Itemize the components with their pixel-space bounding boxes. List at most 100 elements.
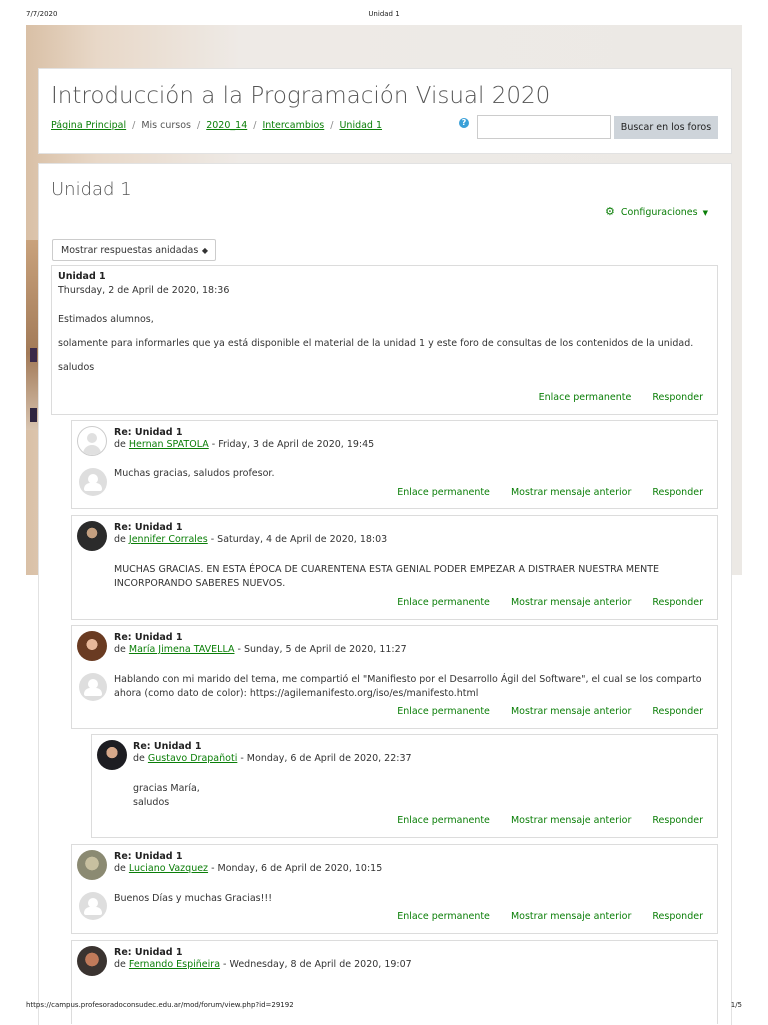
post-actions: Enlace permanente Mostrar mensaje anteri… — [379, 487, 703, 498]
post-byline: de Hernan SPATOLA - Friday, 3 de April d… — [114, 439, 375, 450]
post-paragraph: saludos — [133, 797, 170, 808]
post-byline: de Luciano Vazquez - Monday, 6 de April … — [114, 863, 383, 874]
forum-post: Re: Unidad 1 de Hernan SPATOLA - Friday,… — [71, 420, 718, 509]
settings-label: Configuraciones — [620, 207, 698, 218]
post-body: Estimados alumnos, solamente para inform… — [58, 313, 708, 375]
caret-down-icon: ▼ — [702, 209, 708, 217]
post-actions: Enlace permanente Mostrar mensaje anteri… — [379, 597, 703, 608]
post-actions: Enlace permanente Mostrar mensaje anteri… — [379, 815, 703, 826]
post-subject: Re: Unidad 1 — [114, 851, 183, 862]
post-subject: Re: Unidad 1 — [114, 947, 183, 958]
course-title: Introducción a la Programación Visual 20… — [51, 83, 551, 109]
select-arrows-icon: ◆ — [201, 246, 208, 255]
forum-post: Re: Unidad 1 de María Jimena TAVELLA - S… — [71, 625, 718, 729]
post-byline: de Gustavo Drapañoti - Monday, 6 de Apri… — [133, 753, 412, 764]
display-mode-select[interactable]: Mostrar respuestas anidadas ◆ — [52, 239, 216, 261]
reply-link[interactable]: Responder — [652, 706, 703, 717]
post-actions: Enlace permanente Mostrar mensaje anteri… — [379, 911, 703, 922]
post-byline: de Jennifer Corrales - Saturday, 4 de Ap… — [114, 534, 388, 545]
breadcrumb: Página Principal / Mis cursos/2020_14/Inte… — [51, 120, 383, 131]
permalink-link[interactable]: Enlace permanente — [397, 911, 490, 922]
background-strip — [26, 240, 38, 430]
author-link[interactable]: María Jimena TAVELLA — [129, 644, 235, 655]
print-footer: https://campus.profesoradoconsudec.edu.a… — [0, 1001, 768, 1015]
forum-post: Re: Unidad 1 de Luciano Vazquez - Monday… — [71, 844, 718, 934]
post-actions: Enlace permanente Responder — [521, 392, 703, 403]
post-body: gracias María, saludos — [133, 782, 708, 810]
reply-link[interactable]: Responder — [652, 597, 703, 608]
forum-search-input[interactable] — [477, 115, 611, 139]
group-icon — [79, 673, 107, 701]
background-decoration — [30, 408, 37, 422]
breadcrumb-forum[interactable]: Unidad 1 — [339, 120, 382, 131]
show-parent-link[interactable]: Mostrar mensaje anterior — [511, 815, 631, 826]
permalink-link[interactable]: Enlace permanente — [397, 815, 490, 826]
print-title: Unidad 1 — [368, 10, 400, 18]
post-paragraph: Estimados alumnos, — [58, 314, 154, 325]
forum-title: Unidad 1 — [51, 179, 132, 200]
post-body: MUCHAS GRACIAS. EN ESTA ÉPOCA DE CUARENT… — [114, 563, 709, 591]
group-icon — [79, 892, 107, 920]
display-mode-value: Mostrar respuestas anidadas — [61, 245, 199, 256]
author-link[interactable]: Hernan SPATOLA — [129, 439, 209, 450]
post-actions: Enlace permanente Mostrar mensaje anteri… — [379, 706, 703, 717]
settings-menu[interactable]: ⚙ Configuraciones ▼ — [605, 205, 708, 218]
gear-icon: ⚙ — [605, 205, 615, 218]
post-body: Muchas gracias, saludos profesor. — [114, 467, 709, 481]
post-byline: de María Jimena TAVELLA - Sunday, 5 de A… — [114, 644, 407, 655]
post-paragraph: Muchas gracias, saludos profesor. — [114, 468, 275, 479]
reply-link[interactable]: Responder — [652, 392, 703, 403]
post-subject: Re: Unidad 1 — [114, 427, 183, 438]
post-paragraph: saludos — [58, 362, 95, 373]
permalink-link[interactable]: Enlace permanente — [397, 597, 490, 608]
reply-link[interactable]: Responder — [652, 911, 703, 922]
post-paragraph: MUCHAS GRACIAS. EN ESTA ÉPOCA DE CUARENT… — [114, 564, 660, 589]
breadcrumb-my-courses: Mis cursos — [141, 120, 192, 131]
breadcrumb-section[interactable]: Intercambios — [262, 120, 324, 131]
show-parent-link[interactable]: Mostrar mensaje anterior — [511, 597, 631, 608]
forum-post: Re: Unidad 1 de Jennifer Corrales - Satu… — [71, 515, 718, 620]
avatar[interactable] — [77, 850, 107, 880]
forum-post: Re: Unidad 1 de Gustavo Drapañoti - Mond… — [91, 734, 718, 838]
permalink-link[interactable]: Enlace permanente — [397, 487, 490, 498]
avatar[interactable] — [77, 946, 107, 976]
breadcrumb-home[interactable]: Página Principal — [51, 120, 126, 131]
post-byline: de Fernando Espiñeira - Wednesday, 8 de … — [114, 959, 412, 970]
avatar[interactable] — [77, 426, 107, 456]
post-subject: Re: Unidad 1 — [114, 632, 183, 643]
post-subject: Re: Unidad 1 — [133, 741, 202, 752]
show-parent-link[interactable]: Mostrar mensaje anterior — [511, 487, 631, 498]
print-header: 7/7/2020 Unidad 1 — [0, 10, 768, 24]
print-url: https://campus.profesoradoconsudec.edu.a… — [26, 1001, 294, 1009]
author-link[interactable]: Fernando Espiñeira — [129, 959, 220, 970]
forum-search-button[interactable]: Buscar en los foros — [614, 116, 718, 139]
show-parent-link[interactable]: Mostrar mensaje anterior — [511, 911, 631, 922]
reply-link[interactable]: Responder — [652, 487, 703, 498]
avatar[interactable] — [77, 631, 107, 661]
permalink-link[interactable]: Enlace permanente — [397, 706, 490, 717]
post-subject: Re: Unidad 1 — [114, 522, 183, 533]
post-paragraph: gracias María, — [133, 783, 200, 794]
avatar[interactable] — [77, 521, 107, 551]
permalink-link[interactable]: Enlace permanente — [539, 392, 632, 403]
page-header: Introducción a la Programación Visual 20… — [38, 68, 732, 154]
post-subject: Unidad 1 — [58, 271, 106, 282]
print-page-number: 1/5 — [730, 1001, 742, 1009]
group-icon — [79, 468, 107, 496]
post-body: Hablando con mi marido del tema, me comp… — [114, 673, 709, 701]
forum-post: Unidad 1 Thursday, 2 de April de 2020, 1… — [51, 265, 718, 415]
post-paragraph: Hablando con mi marido del tema, me comp… — [114, 674, 702, 699]
author-link[interactable]: Luciano Vazquez — [129, 863, 208, 874]
show-parent-link[interactable]: Mostrar mensaje anterior — [511, 706, 631, 717]
post-date: Thursday, 2 de April de 2020, 18:36 — [58, 285, 230, 296]
background-decoration — [30, 348, 37, 362]
avatar[interactable] — [97, 740, 127, 770]
reply-link[interactable]: Responder — [652, 815, 703, 826]
help-icon[interactable]: ? — [459, 118, 469, 128]
breadcrumb-course[interactable]: 2020_14 — [206, 120, 247, 131]
post-paragraph: Buenos Días y muchas Gracias!!! — [114, 893, 273, 904]
author-link[interactable]: Jennifer Corrales — [129, 534, 208, 545]
post-paragraph: solamente para informarles que ya está d… — [58, 338, 694, 349]
author-link[interactable]: Gustavo Drapañoti — [148, 753, 237, 764]
post-body: Buenos Días y muchas Gracias!!! — [114, 892, 709, 906]
